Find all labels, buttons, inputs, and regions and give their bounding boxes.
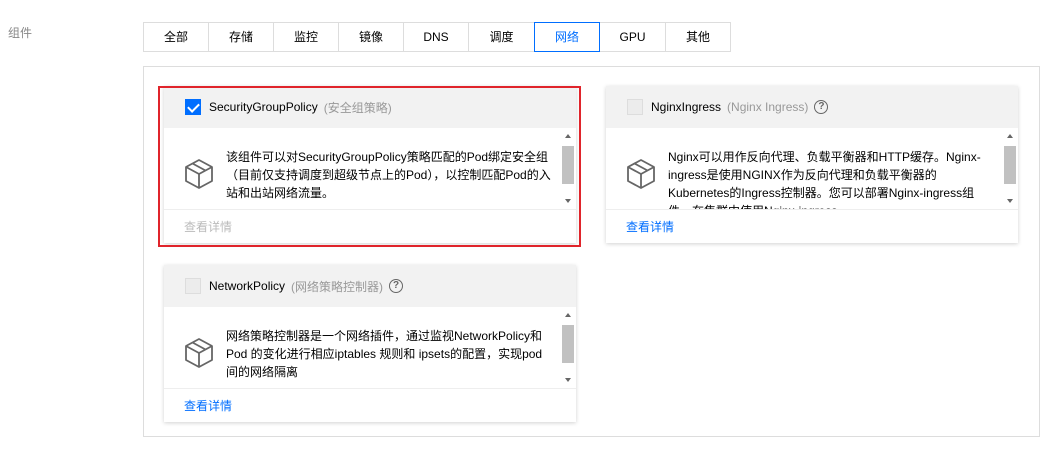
component-card-securitygrouppolicy: SecurityGroupPolicy (安全组策略) 该组件可以对Securi… [164,86,576,243]
networkpolicy-checkbox[interactable] [185,278,201,294]
card-description-box: 该组件可以对SecurityGroupPolicy策略匹配的Pod绑定安全组（目… [164,128,576,210]
card-description: 网络策略控制器是一个网络插件，通过监视NetworkPolicy和Pod 的变化… [226,329,543,379]
package-cube-icon [627,159,655,189]
view-details-link: 查看详情 [184,220,233,234]
tab-scheduling[interactable]: 调度 [469,23,535,51]
card-footer: 查看详情 [606,210,1018,244]
card-subtitle: (网络策略控制器) [291,279,384,294]
scrollbar-thumb[interactable] [562,146,574,184]
tab-storage[interactable]: 存储 [209,23,274,51]
card-title: NetworkPolicy [209,279,286,293]
card-description-box: Nginx可以用作反向代理、负载平衡器和HTTP缓存。Nginx-ingress… [606,128,1018,210]
card-description: 该组件可以对SecurityGroupPolicy策略匹配的Pod绑定安全组（目… [226,150,551,200]
card-header: NginxIngress (Nginx Ingress) ? [606,86,1018,128]
view-details-link[interactable]: 查看详情 [626,220,674,234]
description-scrollbar[interactable] [1004,130,1016,207]
card-title: SecurityGroupPolicy [209,100,318,114]
help-icon[interactable]: ? [814,100,829,114]
tab-all[interactable]: 全部 [144,23,209,51]
tab-other[interactable]: 其他 [666,23,730,51]
scroll-down-arrow-icon[interactable] [565,199,571,203]
card-subtitle: (Nginx Ingress) [727,100,809,114]
card-header: SecurityGroupPolicy (安全组策略) [164,86,576,128]
card-description-box: 网络策略控制器是一个网络插件，通过监视NetworkPolicy和Pod 的变化… [164,307,576,389]
component-card-nginxingress: NginxIngress (Nginx Ingress) ? Nginx可以用作… [606,86,1018,243]
card-title: NginxIngress [651,100,722,114]
scroll-down-arrow-icon[interactable] [1007,199,1013,203]
tab-gpu[interactable]: GPU [600,23,666,51]
package-cube-icon [185,338,213,368]
scroll-down-arrow-icon[interactable] [565,378,571,382]
tab-image[interactable]: 镜像 [339,23,404,51]
scroll-up-arrow-icon[interactable] [565,134,571,138]
card-description: Nginx可以用作反向代理、负载平衡器和HTTP缓存。Nginx-ingress… [668,150,981,209]
card-footer: 查看详情 [164,389,576,423]
field-label: 组件 [8,26,33,40]
scrollbar-thumb[interactable] [562,325,574,363]
card-header: NetworkPolicy (网络策略控制器) ? [164,265,576,307]
description-scrollbar[interactable] [562,309,574,386]
component-card-networkpolicy: NetworkPolicy (网络策略控制器) ? 网络策略控制器是一个网络插件… [164,265,576,422]
nginxingress-checkbox[interactable] [627,99,643,115]
category-tabs: 全部 存储 监控 镜像 DNS 调度 网络 GPU 其他 [143,22,731,52]
help-icon[interactable]: ? [389,279,404,293]
tab-dns[interactable]: DNS [404,23,469,51]
card-footer: 查看详情 [164,210,576,244]
view-details-link[interactable]: 查看详情 [184,399,232,413]
tab-network[interactable]: 网络 [534,22,600,52]
scrollbar-thumb[interactable] [1004,146,1016,184]
package-cube-icon [185,159,213,189]
securitygrouppolicy-checkbox[interactable] [185,99,201,115]
card-subtitle: (安全组策略) [323,100,392,115]
tab-monitoring[interactable]: 监控 [274,23,339,51]
description-scrollbar[interactable] [562,130,574,207]
scroll-up-arrow-icon[interactable] [565,313,571,317]
scroll-up-arrow-icon[interactable] [1007,134,1013,138]
